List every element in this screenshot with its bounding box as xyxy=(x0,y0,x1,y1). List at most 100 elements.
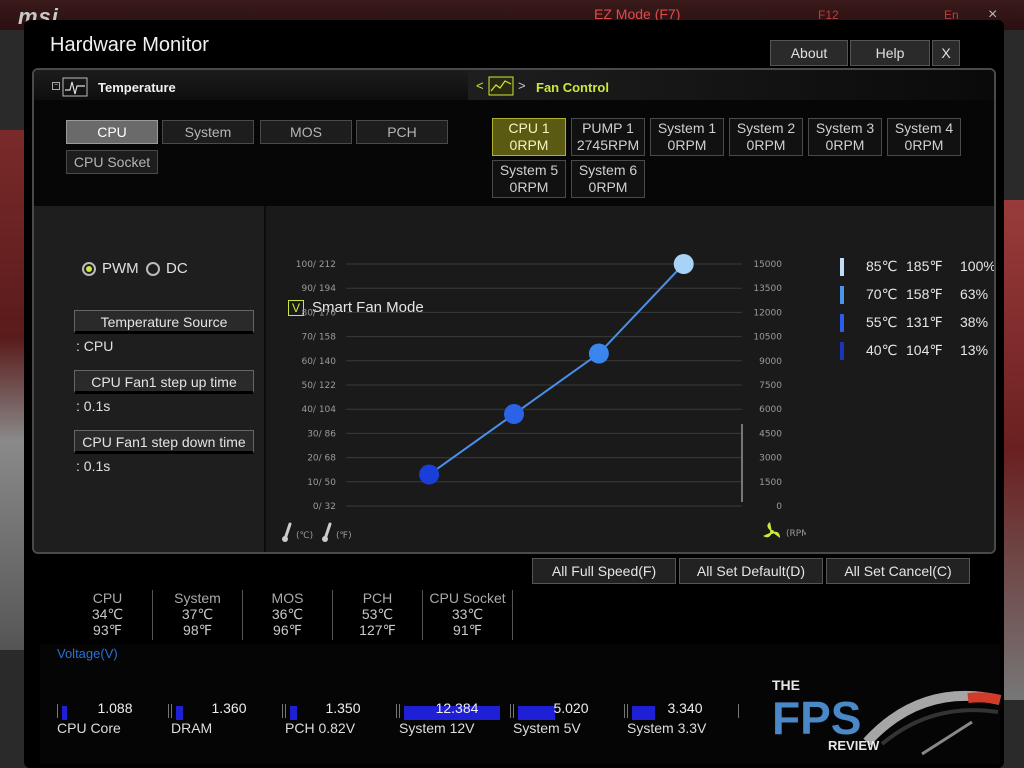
legend-c: 70℃ xyxy=(866,286,898,302)
y-right-tick: 12000 xyxy=(753,308,782,318)
temp-readout-fahrenheit: 91℉ xyxy=(453,622,482,638)
voltage-name: DRAM xyxy=(171,720,213,736)
fan-system4-button[interactable]: System 4 0RPM xyxy=(887,118,961,156)
y-left-tick: 20/ 68 xyxy=(307,454,336,464)
fahrenheit-unit-label: (℉) xyxy=(336,531,352,541)
temperature-source-value: : CPU xyxy=(76,338,114,354)
fan-rpm: 0RPM xyxy=(746,137,786,153)
temp-readout-name: MOS xyxy=(271,590,304,606)
temp-source-pch[interactable]: PCH xyxy=(356,120,448,144)
voltage-value: 1.360 xyxy=(211,700,247,716)
legend-pct: 100% xyxy=(960,258,996,274)
temp-readout-cpu: CPU 34℃ 93℉ xyxy=(63,590,153,640)
fan-system3-button[interactable]: System 3 0RPM xyxy=(808,118,882,156)
fan-rpm: 0RPM xyxy=(509,179,549,195)
fan-curve-point[interactable] xyxy=(588,343,609,364)
legend-color-bar xyxy=(840,342,844,360)
close-button[interactable]: X xyxy=(932,40,960,66)
thermometer-icon xyxy=(282,522,292,542)
temperature-header: − Temperature xyxy=(34,70,468,100)
fan-rpm: 0RPM xyxy=(904,137,944,153)
fan-control-chart-icon xyxy=(488,76,514,96)
temperature-source-button[interactable]: Temperature Source xyxy=(74,310,254,334)
about-button[interactable]: About xyxy=(770,40,848,66)
all-full-speed-button[interactable]: All Full Speed(F) xyxy=(532,558,676,584)
temp-source-cpu[interactable]: CPU xyxy=(66,120,158,144)
fan-pump1-button[interactable]: PUMP 1 2745RPM xyxy=(571,118,645,156)
y-left-tick: 30/ 86 xyxy=(307,429,336,439)
temp-readout-celsius: 53℃ xyxy=(361,606,394,622)
fan-rpm: 2745RPM xyxy=(576,137,640,153)
fan-cpu1-button[interactable]: CPU 1 0RPM xyxy=(492,118,566,156)
fan-system1-button[interactable]: System 1 0RPM xyxy=(650,118,724,156)
voltage-value: 5.020 xyxy=(553,700,589,716)
voltage-value: 1.088 xyxy=(97,700,133,716)
all-set-default-button[interactable]: All Set Default(D) xyxy=(679,558,823,584)
fan-system2-button[interactable]: System 2 0RPM xyxy=(729,118,803,156)
step-down-time-value: : 0.1s xyxy=(76,458,111,474)
legend-pct: 38% xyxy=(960,314,989,330)
voltage-name: System 3.3V xyxy=(627,720,707,736)
temp-readout-name: CPU Socket xyxy=(429,590,506,606)
fan-prev-arrow[interactable]: < xyxy=(476,78,484,93)
dc-radio[interactable] xyxy=(146,262,160,276)
legend-color-bar xyxy=(840,258,844,276)
y-right-tick: 4500 xyxy=(759,429,782,439)
voltage-name: CPU Core xyxy=(57,720,121,736)
thermometer-icon xyxy=(322,522,332,542)
fan-rpm: 0RPM xyxy=(588,179,628,195)
legend-c: 55℃ xyxy=(866,314,898,330)
temp-source-system[interactable]: System xyxy=(162,120,254,144)
voltage-title: Voltage(V) xyxy=(57,646,118,661)
legend-f: 185℉ xyxy=(906,258,943,274)
celsius-unit-label: (℃) xyxy=(296,531,313,541)
voltage-name: System 12V xyxy=(399,720,475,736)
step-down-time-button[interactable]: CPU Fan1 step down time xyxy=(74,430,254,454)
voltage-value: 3.340 xyxy=(667,700,703,716)
fan-system6-button[interactable]: System 6 0RPM xyxy=(571,160,645,198)
legend-pct: 63% xyxy=(960,286,989,302)
fan-panel: − Temperature < > Fan Control CPU System… xyxy=(32,68,996,554)
y-left-tick: 60/ 140 xyxy=(301,357,336,367)
help-button[interactable]: Help xyxy=(850,40,930,66)
temp-readout-name: System xyxy=(174,590,221,606)
temp-readout-system: System 37℃ 98℉ xyxy=(153,590,243,640)
collapse-icon[interactable]: − xyxy=(52,82,60,90)
fan-curve-point[interactable] xyxy=(673,254,694,274)
temp-readout-fahrenheit: 127℉ xyxy=(359,622,396,638)
fan-curve-point[interactable] xyxy=(504,404,524,425)
fan-settings-column: PWM DC Temperature Source : CPU CPU Fan1… xyxy=(34,206,264,552)
temperature-monitor-icon xyxy=(62,77,88,97)
legend-f: 158℉ xyxy=(906,286,943,302)
temp-source-mos[interactable]: MOS xyxy=(260,120,352,144)
legend-color-bar xyxy=(840,286,844,304)
fan-curve-point[interactable] xyxy=(419,464,440,485)
step-up-time-value: : 0.1s xyxy=(76,398,111,414)
temp-source-cpu-socket[interactable]: CPU Socket xyxy=(66,150,158,174)
temp-readout-pch: PCH 53℃ 127℉ xyxy=(333,590,423,640)
all-set-cancel-button[interactable]: All Set Cancel(C) xyxy=(826,558,970,584)
temp-readout-celsius: 36℃ xyxy=(271,606,304,622)
y-left-tick: 100/ 212 xyxy=(296,260,336,270)
fan-system5-button[interactable]: System 5 0RPM xyxy=(492,160,566,198)
pwm-radio[interactable] xyxy=(82,262,96,276)
temp-readout-fahrenheit: 96℉ xyxy=(273,622,302,638)
legend-pct: 13% xyxy=(960,342,989,358)
fan-name: System 5 xyxy=(499,162,559,178)
y-left-tick: 0/ 32 xyxy=(313,502,336,512)
rpm-unit-label: (RPM) xyxy=(786,529,806,539)
fan-name: System 6 xyxy=(578,162,638,178)
fan-curve-chart[interactable]: 100/ 212 1500090/ 194 1350080/ 176 1200070/… xyxy=(266,206,806,554)
fan-rpm: 0RPM xyxy=(825,137,865,153)
fan-next-arrow[interactable]: > xyxy=(518,78,526,93)
y-left-tick: 90/ 194 xyxy=(301,284,336,294)
legend-color-bar xyxy=(840,314,844,332)
step-up-time-button[interactable]: CPU Fan1 step up time xyxy=(74,370,254,394)
temp-readout-celsius: 37℃ xyxy=(181,606,214,622)
watermark-brand: FPS xyxy=(772,692,861,744)
fps-review-watermark: THE FPS REVIEW xyxy=(772,677,1002,756)
window-title: Hardware Monitor xyxy=(50,34,209,56)
y-left-tick: 70/ 158 xyxy=(301,333,336,343)
fan-name: System 3 xyxy=(815,120,875,136)
y-left-tick: 80/ 176 xyxy=(301,308,336,318)
